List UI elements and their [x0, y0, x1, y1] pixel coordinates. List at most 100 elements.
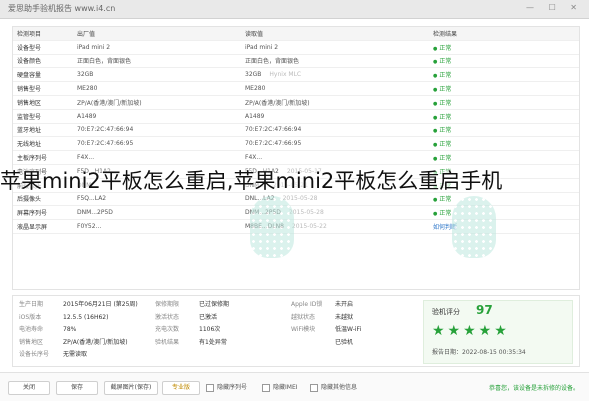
screenshot-button[interactable]: 截屏图片(保存) — [104, 381, 158, 395]
table-row: 蓝牙地址 70:E7:2C:47:66:94 70:E7:2C:47:66:94 正常 — [13, 123, 579, 138]
row-factory-cell-text: 70:E7:2C:47:66:94 — [77, 126, 134, 134]
check-table: 检测项目 出厂值 读取值 检测结果 设备型号 iPad mini 2 iPad mi… — [13, 27, 579, 234]
row-factory-cell: iPad mini 2 — [73, 40, 241, 55]
col-header-result: 检测结果 — [429, 27, 579, 41]
summary-key: 越狱状态 — [291, 313, 316, 321]
row-result-cell: 正常 — [429, 192, 579, 207]
row-factory-cell-text: F5Q...LA2 — [77, 195, 107, 203]
table-row: 设备型号 iPad mini 2 iPad mini 2 正常 — [13, 40, 579, 55]
report-window: 爱思助手验机报告 www.i4.cn — ☐ ✕ 检测项目 出厂值 读取值 检测… — [0, 0, 589, 401]
row-factory-cell: A1489 — [73, 109, 241, 124]
row-item-cell: 硬盘容量 — [13, 67, 73, 83]
summary-key: 销售地区 — [19, 338, 44, 346]
row-item-cell-text: 无线地址 — [17, 141, 42, 149]
table-row: 后摄像头F5Q...LA2DNL...LA22015-05-28正常 — [13, 192, 579, 207]
summary-panel: 生产日期 2015年06月21日 (第25周) 保修期限 已过保修期 Apple ID锁… — [12, 295, 580, 367]
score-label: 验机评分 — [432, 308, 460, 316]
row-read-cell-text: ME280 — [245, 85, 266, 93]
table-row: 无线地址 70:E7:2C:47:66:95 70:E7:2C:47:66:95 正常 — [13, 136, 579, 152]
row-item-cell: 销售地区 — [13, 95, 73, 110]
row-factory-cell-text: F4X... — [77, 154, 95, 162]
save-button[interactable]: 保存 — [56, 381, 98, 395]
row-result-cell: 正常 — [429, 81, 579, 96]
row-factory-cell: 32GB — [73, 67, 241, 83]
row-read-cell-text: iPad mini 2 — [245, 43, 279, 51]
row-read-cell: ME280 — [241, 81, 429, 96]
table-row: 硬盘容量 32GB 32GB Hynix MLC 正常 — [13, 67, 579, 83]
summary-row: 销售地区 ZP/A(香港/澳门/新加坡) 验机结果 有1处异常 已验机 — [19, 337, 429, 350]
row-item-cell: 监管型号 — [13, 109, 73, 124]
report-date: 报告日期：2022-08-15 00:35:34 — [432, 349, 526, 356]
score-card: 验机评分 97 ★★★★★ 报告日期：2022-08-15 00:35:34 — [423, 300, 573, 364]
summary-value: 78% — [63, 326, 77, 333]
summary-row: 电池寿命 78% 充电次数 1106次 WiFi模块 低温W-iFi — [19, 324, 429, 337]
row-result-cell: 正常 — [429, 123, 579, 138]
row-result-cell: 正常 — [429, 136, 579, 152]
row-factory-cell: F4X... — [73, 150, 241, 165]
row-factory-cell-text: A1489 — [77, 112, 97, 120]
table-row: 销售型号 ME280 ME280 正常 — [13, 81, 579, 96]
row-item-cell: 液晶显示屏 — [13, 219, 73, 234]
pro-badge-button[interactable]: 专业版 — [162, 381, 200, 395]
row-read-cell: A1489 — [241, 109, 429, 124]
row-factory-cell: ZP/A(香港/澳门/新加坡) — [73, 95, 241, 110]
row-result-cell: 正常 — [429, 95, 579, 110]
summary-key: 设备长序号 — [19, 351, 50, 358]
row-item-cell-text: 主板序列号 — [17, 155, 48, 163]
close-button[interactable]: 关闭 — [8, 381, 50, 395]
summary-value: 1106次 — [199, 326, 221, 333]
row-factory-cell: 正面白色，背面银色 — [73, 54, 241, 69]
row-result-cell-text: 正常 — [439, 196, 452, 204]
table-row: 主板序列号 F4X... F4X... 正常 — [13, 150, 579, 165]
summary-row: 设备长序号 无需读取 — [19, 349, 429, 362]
overlay-headline: 苹果mini2平板怎么重启,苹果mini2平板怎么重启手机 — [0, 169, 503, 193]
summary-value: 已验机 — [335, 338, 354, 346]
score-value: 97 — [476, 303, 493, 317]
row-extra-text: 2015-05-28 — [282, 195, 318, 203]
row-read-cell: F4X... — [241, 150, 429, 165]
summary-value: 低温W-iFi — [335, 326, 362, 333]
row-factory-cell: 70:E7:2C:47:66:95 — [73, 136, 241, 152]
table-row: 监管型号 A1489 A1489 正常 — [13, 109, 579, 124]
row-read-cell: 正面白色，背面银色 — [241, 54, 429, 69]
title-bar: 爱思助手验机报告 www.i4.cn — ☐ ✕ — [0, 0, 589, 19]
row-item-cell: 主板序列号 — [13, 150, 73, 165]
row-result-cell-text: 正常 — [439, 99, 452, 107]
summary-value: 未开启 — [335, 301, 354, 308]
row-result-cell-text: 正常 — [439, 155, 452, 163]
table-header-row: 检测项目 出厂值 读取值 检测结果 — [13, 27, 579, 41]
hide-serial-checkbox[interactable]: 隐藏序列号 — [206, 382, 247, 392]
row-read-cell: ZP/A(香港/澳门/新加坡) — [241, 95, 429, 110]
summary-value: 2015年06月21日 (第25周) — [63, 301, 138, 308]
row-item-cell-text: 硬盘容量 — [17, 72, 42, 80]
summary-value: 有1处异常 — [199, 338, 227, 346]
summary-key: 充电次数 — [155, 326, 180, 333]
summary-value: ZP/A(香港/澳门/新加坡) — [63, 338, 128, 346]
row-item-cell-text: 设备型号 — [17, 44, 42, 52]
row-read-cell-text: 70:E7:2C:47:66:94 — [245, 126, 302, 134]
row-item-cell-text: 液晶显示屏 — [17, 224, 48, 232]
row-factory-cell-text: DNM...2P5D — [77, 209, 113, 217]
row-read-cell: 70:E7:2C:47:66:94 — [241, 123, 429, 138]
row-item-cell-text: 蓝牙地址 — [17, 127, 42, 135]
summary-key: 生产日期 — [19, 301, 44, 308]
row-item-cell-text: 销售地区 — [17, 99, 42, 107]
row-read-cell-text: F4X... — [245, 154, 263, 162]
mascot-watermark-icon — [250, 196, 294, 258]
row-result-cell-text: 正常 — [439, 210, 452, 218]
row-item-cell: 设备型号 — [13, 40, 73, 55]
window-controls[interactable]: — ☐ ✕ — [526, 3, 583, 12]
row-factory-cell: F0Y52... — [73, 219, 241, 234]
row-factory-cell: DNM...2P5D — [73, 205, 241, 221]
summary-row: iOS版本 12.5.5 (16H62) 激活状态 已激活 越狱状态 未越狱 — [19, 312, 429, 325]
row-result-cell-text: 正常 — [439, 113, 452, 121]
col-header-item: 检测项目 — [13, 27, 73, 41]
summary-value: 未越狱 — [335, 313, 354, 321]
row-result-cell: 正常 — [429, 109, 579, 124]
row-item-cell: 屏幕序列号 — [13, 205, 73, 221]
hide-other-checkbox[interactable]: 隐藏其他信息 — [310, 382, 357, 392]
score-stars-icon: ★★★★★ — [432, 323, 510, 339]
row-factory-cell-text: ZP/A(香港/澳门/新加坡) — [77, 99, 142, 107]
hide-imei-checkbox[interactable]: 隐藏IMEI — [262, 382, 298, 392]
row-factory-cell: 70:E7:2C:47:66:94 — [73, 123, 241, 138]
